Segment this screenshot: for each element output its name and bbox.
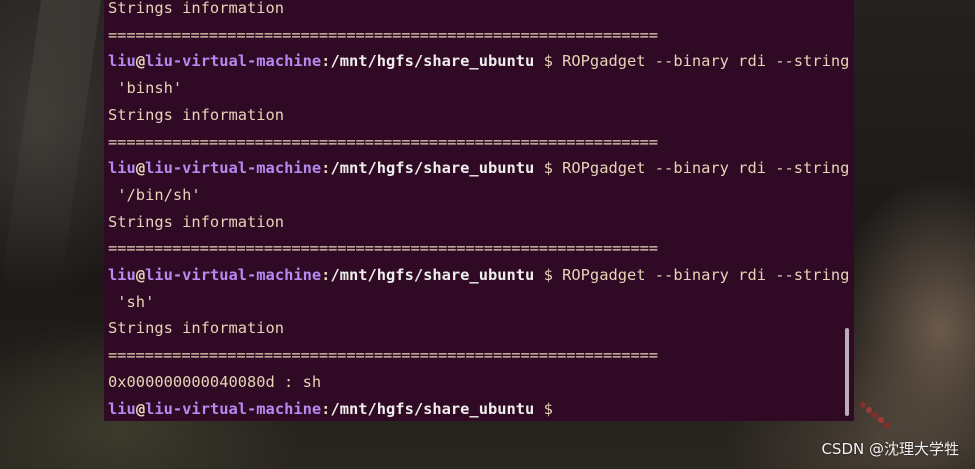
prompt-at: @: [135, 159, 146, 177]
command-text: ROPgadget --binary rdi --string: [552, 266, 850, 284]
prompt-path: /mnt/hgfs/share_ubuntu: [330, 400, 535, 418]
prompt-at: @: [135, 400, 146, 418]
output-line: ========================================…: [108, 345, 658, 365]
output-line: 0x000000000040080d : sh: [108, 372, 321, 392]
terminal-window[interactable]: Strings information =====================…: [104, 0, 854, 421]
output-text: Strings information: [108, 319, 285, 337]
prompt-line: liu@liu-virtual-machine:/mnt/hgfs/share_…: [108, 399, 553, 419]
output-text: Strings information: [108, 106, 285, 124]
prompt-dollar: $: [543, 159, 553, 177]
output-line: '/bin/sh': [108, 185, 201, 205]
output-line: ========================================…: [108, 238, 658, 258]
prompt-host: liu-virtual-machine: [145, 52, 322, 70]
prompt-at: @: [135, 266, 146, 284]
output-text: '/bin/sh': [108, 186, 201, 204]
prompt-user: liu: [108, 159, 136, 177]
separator-line: ========================================…: [108, 239, 658, 257]
prompt-line: liu@liu-virtual-machine:/mnt/hgfs/share_…: [108, 158, 849, 178]
output-line: Strings information: [108, 105, 284, 125]
prompt-user: liu: [108, 266, 136, 284]
prompt-dollar: $: [543, 266, 553, 284]
prompt-user: liu: [108, 52, 136, 70]
separator-line: ========================================…: [108, 346, 658, 364]
prompt-path: /mnt/hgfs/share_ubuntu: [330, 266, 535, 284]
output-text: 'binsh': [108, 79, 183, 97]
watermark: CSDN @沈理大学牲: [821, 440, 959, 458]
output-line: ========================================…: [108, 25, 658, 45]
prompt-host: liu-virtual-machine: [145, 159, 322, 177]
prompt-dollar: $: [543, 400, 553, 418]
terminal-scrollbar[interactable]: [845, 328, 849, 416]
output-text: 0x000000000040080d : sh: [108, 373, 322, 391]
output-line: 'binsh': [108, 78, 182, 98]
prompt-line: liu@liu-virtual-machine:/mnt/hgfs/share_…: [108, 265, 849, 285]
output-text: 'sh': [108, 293, 155, 311]
separator-line: ========================================…: [108, 133, 658, 151]
separator-line: ========================================…: [108, 26, 658, 44]
prompt-path: /mnt/hgfs/share_ubuntu: [330, 159, 535, 177]
bracelet-decoration: [860, 402, 890, 428]
output-line: Strings information: [108, 212, 284, 232]
output-text: Strings information: [108, 0, 285, 17]
prompt-at: @: [135, 52, 146, 70]
output-text: Strings information: [108, 213, 285, 231]
command-text: ROPgadget --binary rdi --string: [552, 159, 850, 177]
prompt-dollar: $: [543, 52, 553, 70]
prompt-user: liu: [108, 400, 136, 418]
output-line: Strings information: [108, 318, 284, 338]
prompt-host: liu-virtual-machine: [145, 266, 322, 284]
output-line: ========================================…: [108, 132, 658, 152]
output-line: 'sh': [108, 292, 154, 312]
prompt-path: /mnt/hgfs/share_ubuntu: [330, 52, 535, 70]
command-text: ROPgadget --binary rdi --string: [552, 52, 850, 70]
prompt-host: liu-virtual-machine: [145, 400, 322, 418]
output-line: Strings information: [108, 0, 284, 18]
prompt-line: liu@liu-virtual-machine:/mnt/hgfs/share_…: [108, 51, 849, 71]
